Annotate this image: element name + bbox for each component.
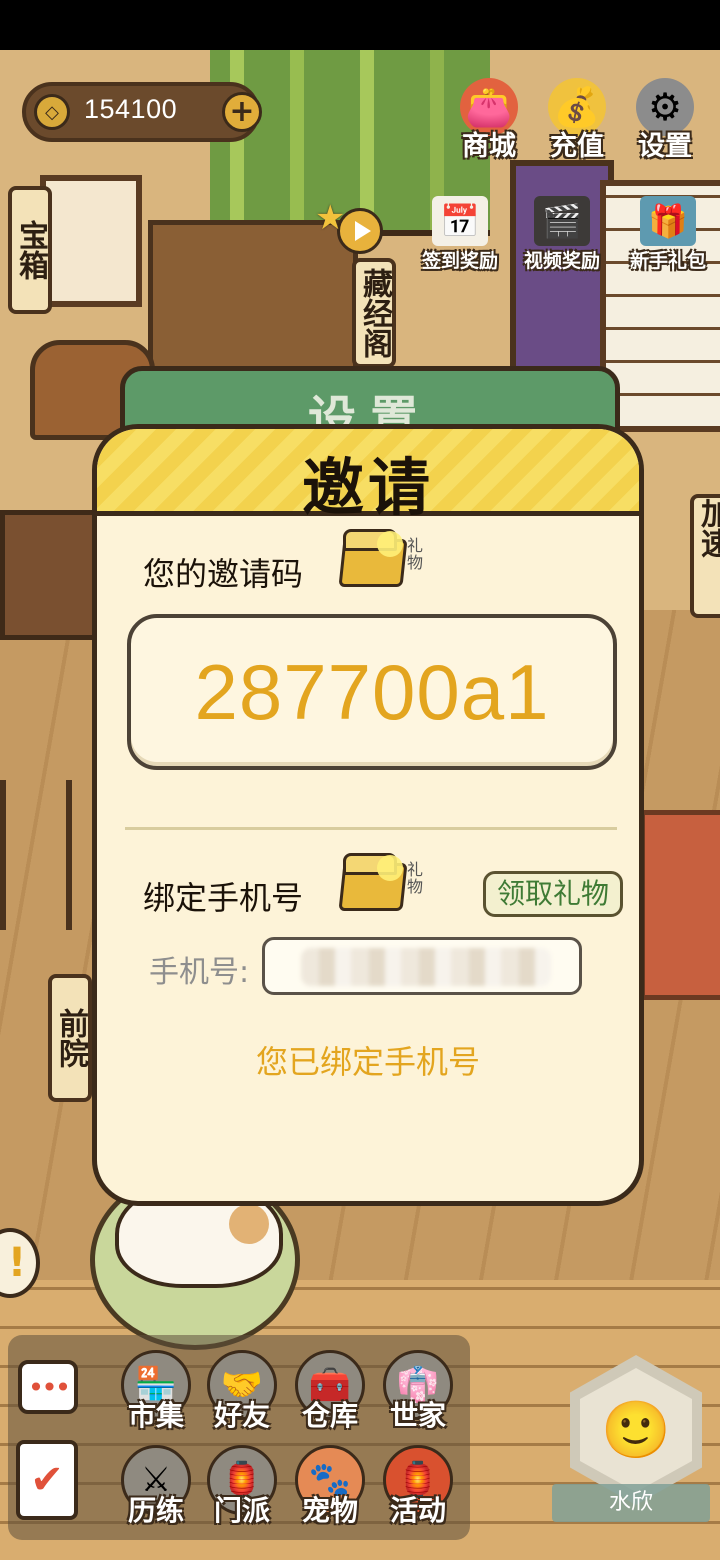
gift-chest-icon: 🎁 xyxy=(640,196,696,246)
dock-training-button[interactable]: ⚔ 历练 xyxy=(118,1445,194,1529)
chat-icon[interactable]: ••• xyxy=(18,1360,78,1414)
bind-phone-label: 绑定手机号 xyxy=(143,879,304,917)
invite-code-value: 287700a1 xyxy=(194,647,550,736)
dock-market-button[interactable]: 🏪 市集 xyxy=(118,1350,194,1434)
dock-sect-button[interactable]: 🏮 门派 xyxy=(204,1445,280,1529)
claim-gift-button[interactable]: 领取礼物 xyxy=(483,871,623,917)
settings-label: 设置 xyxy=(638,131,692,162)
star-play-badge[interactable]: ★ xyxy=(315,198,385,258)
dock-pet-button[interactable]: 🐾 宠物 xyxy=(292,1445,368,1529)
newbie-gift-label: 新手礼包 xyxy=(629,250,706,272)
recharge-label: 充值 xyxy=(550,131,604,162)
invite-code-box[interactable]: 287700a1 xyxy=(127,614,617,770)
recharge-button[interactable]: 💰 充值 xyxy=(540,78,614,163)
phone-number-masked xyxy=(301,948,551,986)
currency-display: ◇ 154100 + xyxy=(22,82,262,142)
front-yard-tag[interactable]: 前院 xyxy=(48,974,92,1102)
dialog-title: 邀请 xyxy=(301,451,434,524)
library-tag[interactable]: 藏经阁 xyxy=(352,258,396,368)
dock-storage-button[interactable]: 🧰 仓库 xyxy=(292,1350,368,1434)
weapon-rack xyxy=(0,780,72,930)
coin-icon: ◇ xyxy=(34,94,70,130)
phone-field[interactable] xyxy=(262,937,582,995)
dock-training-label: 历练 xyxy=(127,1494,184,1527)
invite-dialog: 邀请 您的邀请码 礼物 287700a1 绑定手机号 礼物 领取礼物 手机号: … xyxy=(92,424,644,1206)
invite-code-label: 您的邀请码 xyxy=(143,555,304,593)
gift-glow xyxy=(377,531,403,557)
section-divider xyxy=(125,827,617,830)
signin-reward-button[interactable]: 📅 签到奖励 xyxy=(414,196,506,273)
dock-friends-button[interactable]: 🤝 好友 xyxy=(204,1350,280,1434)
gift-tag: 礼物 xyxy=(407,860,424,896)
treasure-tag[interactable]: 宝箱 xyxy=(8,186,52,314)
player-name: 水欣 xyxy=(552,1484,710,1522)
writing-desk xyxy=(0,510,100,640)
dock-market-label: 市集 xyxy=(127,1399,184,1432)
gift-glow xyxy=(377,855,403,881)
red-rug xyxy=(640,810,720,1000)
add-currency-button[interactable]: + xyxy=(222,92,262,132)
invite-gift-icon: 礼物 xyxy=(338,529,424,591)
bind-gift-icon: 礼物 xyxy=(338,853,424,915)
speedup-tag[interactable]: 加速 xyxy=(690,494,720,618)
currency-amount: 154100 xyxy=(84,94,178,124)
gift-tag: 礼物 xyxy=(407,536,424,572)
task-check-icon[interactable]: ✔ xyxy=(16,1440,78,1520)
status-bar xyxy=(0,0,720,50)
star-icon: ★ xyxy=(315,198,346,238)
dock-clan-button[interactable]: 👘 世家 xyxy=(380,1350,456,1434)
dock-clan-label: 世家 xyxy=(389,1399,446,1432)
dock-pet-label: 宠物 xyxy=(301,1494,358,1527)
video-reward-button[interactable]: 🎬 视频奖励 xyxy=(516,196,608,273)
calendar-icon: 📅 xyxy=(432,196,488,246)
dock-storage-label: 仓库 xyxy=(301,1399,358,1432)
shop-label: 商城 xyxy=(462,131,516,162)
signin-reward-label: 签到奖励 xyxy=(421,250,498,272)
dialog-header: 邀请 xyxy=(97,429,639,524)
lotus-painting xyxy=(40,175,142,307)
video-reward-label: 视频奖励 xyxy=(523,250,600,272)
dock-event-button[interactable]: 🏮 活动 xyxy=(380,1445,456,1529)
settings-button[interactable]: ⚙ 设置 xyxy=(628,78,702,163)
bound-status-message: 您已绑定手机号 xyxy=(255,1043,480,1081)
newbie-gift-button[interactable]: 🎁 新手礼包 xyxy=(622,196,714,273)
dock-event-label: 活动 xyxy=(389,1494,446,1527)
dock-friends-label: 好友 xyxy=(213,1399,270,1432)
shop-button[interactable]: 👛 商城 xyxy=(452,78,526,163)
phone-label: 手机号: xyxy=(149,955,250,990)
clapper-icon: 🎬 xyxy=(534,196,590,246)
dock-sect-label: 门派 xyxy=(213,1494,270,1527)
